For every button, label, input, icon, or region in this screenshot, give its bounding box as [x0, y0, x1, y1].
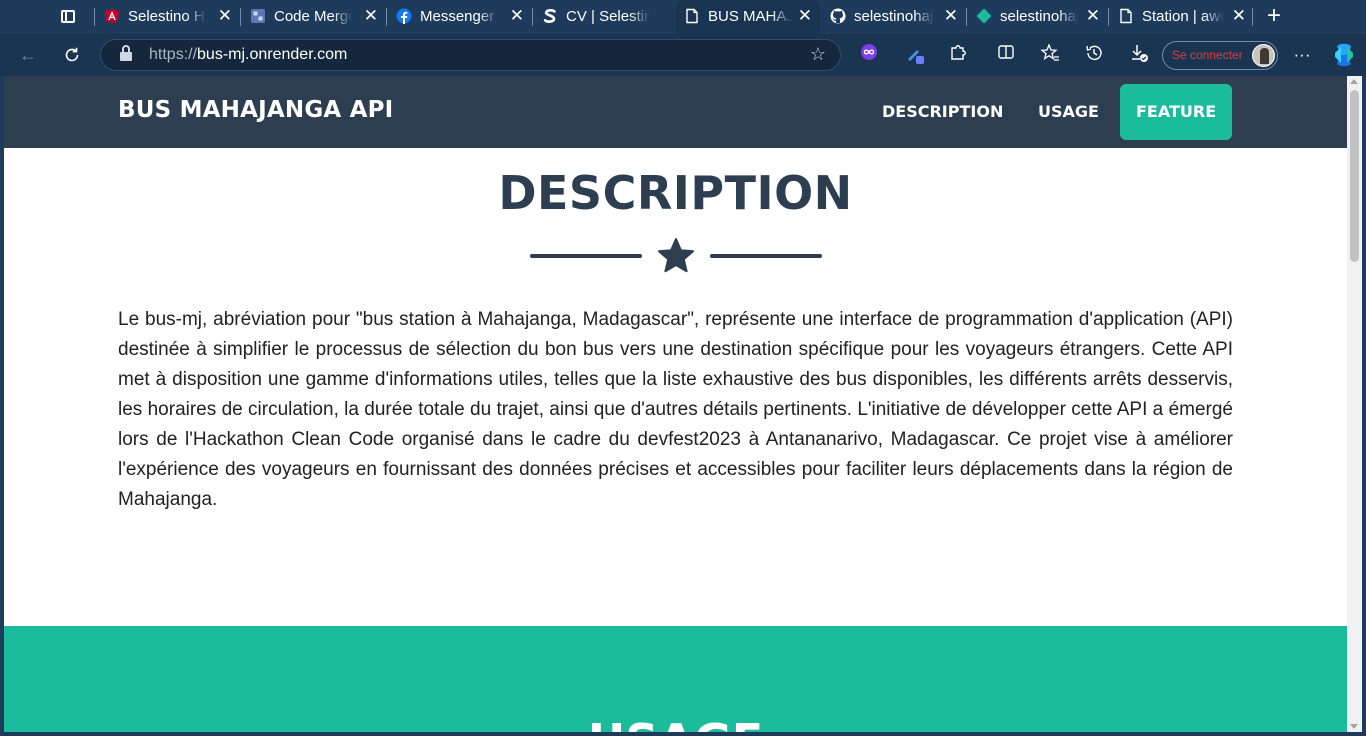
- close-icon[interactable]: ✕: [944, 7, 958, 25]
- address-toolbar: ← https://bus-mj.onrender.com ☆ Se conne…: [0, 34, 1366, 76]
- favorite-star-icon[interactable]: ☆: [810, 44, 826, 65]
- tab-separator: [1252, 8, 1253, 26]
- tab-bus-mahajanga[interactable]: BUS MAHAJA ✕: [676, 0, 820, 34]
- site-brand[interactable]: BUS MAHAJANGA API: [118, 97, 393, 123]
- tab-messenger[interactable]: Messenger | ✕: [388, 0, 532, 34]
- nav-link-feature[interactable]: FEATURE: [1120, 84, 1233, 140]
- extensions-puzzle-icon[interactable]: [946, 43, 970, 67]
- tab-title: CV | Selestin: [566, 8, 650, 25]
- lock-icon[interactable]: [120, 45, 132, 61]
- address-bar[interactable]: https://bus-mj.onrender.com ☆: [100, 39, 841, 71]
- page-viewport: BUS MAHAJANGA API DESCRIPTION USAGE FEAT…: [4, 76, 1347, 732]
- close-icon[interactable]: ✕: [218, 7, 232, 25]
- site-navbar: BUS MAHAJANGA API DESCRIPTION USAGE FEAT…: [4, 76, 1347, 148]
- tab-title: Messenger |: [420, 8, 498, 25]
- sign-in-label: Se connecter: [1172, 48, 1243, 62]
- tab-actions-icon[interactable]: [58, 8, 78, 26]
- divider-line-left: [530, 254, 642, 258]
- close-icon[interactable]: ✕: [1232, 7, 1246, 25]
- tab-github[interactable]: selestinohaj ✕: [822, 0, 966, 34]
- tab-separator: [94, 8, 95, 26]
- nav-link-usage[interactable]: USAGE: [1022, 84, 1115, 140]
- page-scrollbar[interactable]: [1347, 76, 1362, 732]
- scrollbar-thumb[interactable]: [1350, 90, 1359, 262]
- usage-section: USAGE: [4, 626, 1347, 732]
- page-icon: [1118, 8, 1134, 24]
- scroll-down-arrow-icon[interactable]: [1350, 724, 1358, 729]
- tab-title: Code Merge: [274, 8, 352, 25]
- tab-title: selestinohaj: [1000, 8, 1078, 25]
- extension-infinity-icon[interactable]: [857, 43, 881, 67]
- github-icon: [830, 8, 846, 24]
- window-bottom-edge: [0, 732, 1366, 736]
- description-title: DESCRIPTION: [498, 166, 853, 220]
- extension-pen-icon[interactable]: [903, 43, 927, 67]
- description-text: Le bus-mj, abréviation pour "bus station…: [118, 309, 1233, 510]
- tab-code-merge[interactable]: Code Merge ✕: [242, 0, 386, 34]
- usage-title: USAGE: [4, 714, 1347, 732]
- page-icon: [684, 8, 700, 24]
- tab-bar: Selestino Ha ✕ Code Merge ✕ Messenger | …: [0, 0, 1366, 34]
- divider-line-right: [710, 254, 822, 258]
- tab-separator: [966, 8, 967, 26]
- tab-separator: [532, 8, 533, 26]
- close-icon[interactable]: ✕: [510, 7, 524, 25]
- sign-in-button[interactable]: Se connecter: [1162, 41, 1278, 70]
- facebook-icon: [396, 8, 412, 24]
- tab-separator: [1108, 8, 1109, 26]
- split-screen-icon[interactable]: [994, 43, 1018, 67]
- history-icon[interactable]: [1082, 43, 1106, 67]
- close-icon[interactable]: ✕: [798, 7, 812, 25]
- tab-title: Station | awe: [1142, 8, 1224, 25]
- back-icon[interactable]: ←: [17, 44, 39, 66]
- favorites-icon[interactable]: [1038, 43, 1062, 67]
- s-logo-icon: [542, 8, 558, 24]
- tab-station[interactable]: Station | awe ✕: [1110, 0, 1254, 34]
- tab-title: selestinohaj: [854, 8, 934, 25]
- tab-separator: [386, 8, 387, 26]
- star-icon: [657, 237, 695, 275]
- scroll-up-arrow-icon[interactable]: [1350, 79, 1358, 84]
- close-icon[interactable]: ✕: [364, 7, 378, 25]
- tab-cv[interactable]: CV | Selestin: [534, 0, 676, 34]
- refresh-icon[interactable]: [61, 44, 83, 66]
- tab-selestinohaj[interactable]: selestinohaj ✕: [968, 0, 1108, 34]
- close-icon[interactable]: ✕: [1086, 7, 1100, 25]
- code-merge-icon: [250, 8, 266, 24]
- tab-title: BUS MAHAJA: [708, 8, 792, 25]
- angular-icon: [104, 8, 120, 24]
- new-tab-icon[interactable]: +: [1264, 4, 1284, 28]
- url-text[interactable]: https://bus-mj.onrender.com: [149, 46, 347, 64]
- tab-angular[interactable]: Selestino Ha ✕: [96, 0, 240, 34]
- avatar: [1252, 44, 1275, 67]
- copilot-icon[interactable]: [1331, 43, 1357, 67]
- more-menu-icon[interactable]: ···: [1290, 43, 1314, 67]
- tab-title: Selestino Ha: [128, 8, 206, 25]
- tab-separator: [240, 8, 241, 26]
- diamond-icon: [976, 8, 992, 24]
- nav-link-description[interactable]: DESCRIPTION: [866, 84, 1019, 140]
- downloads-icon[interactable]: [1127, 43, 1151, 67]
